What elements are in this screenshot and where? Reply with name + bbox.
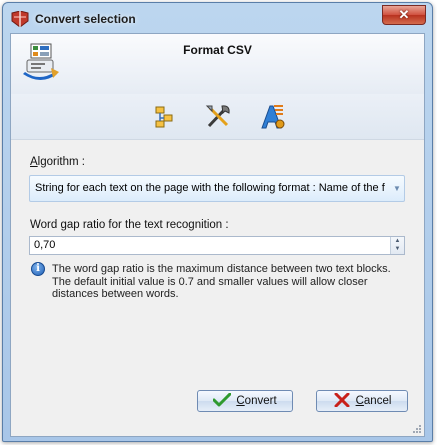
text-format-icon[interactable] [258, 103, 286, 131]
toolbar [11, 94, 424, 140]
copy-layout-icon[interactable] [151, 103, 179, 131]
header-title: Format CSV [183, 43, 252, 57]
title-bar[interactable]: Convert selection ✕ [3, 3, 432, 33]
dialog-window: Convert selection ✕ Format CSV Algorithm… [2, 2, 433, 442]
checkmark-icon [213, 392, 232, 407]
spin-down-icon[interactable]: ▼ [391, 245, 404, 253]
chevron-down-icon[interactable]: ▼ [390, 176, 404, 201]
word-gap-input[interactable]: 0,70 ▲ ▼ [29, 236, 405, 255]
info-text: The word gap ratio is the maximum distan… [52, 263, 391, 300]
cancel-button[interactable]: Cancel [316, 390, 408, 412]
window-title: Convert selection [35, 12, 136, 26]
word-gap-spinner[interactable]: ▲ ▼ [390, 237, 404, 254]
info-icon: i [31, 262, 45, 276]
algorithm-label: Algorithm : [30, 156, 85, 168]
algorithm-select[interactable]: String for each text on the page with th… [29, 175, 405, 202]
header-panel: Format CSV [11, 34, 424, 95]
resize-grip-icon[interactable] [412, 424, 422, 434]
convert-button[interactable]: Convert [197, 390, 293, 412]
dialog-client-area: Format CSV Algorithm: String for each t… [10, 33, 425, 437]
app-icon [11, 11, 29, 27]
word-gap-label: Word gap ratio for the text recognition … [30, 219, 229, 231]
cancel-x-icon [334, 392, 350, 407]
spin-up-icon[interactable]: ▲ [391, 237, 404, 245]
algorithm-selected-value: String for each text on the page with th… [35, 182, 385, 194]
tools-icon[interactable] [204, 103, 232, 131]
close-button[interactable]: ✕ [382, 5, 426, 25]
word-gap-value: 0,70 [34, 239, 56, 251]
